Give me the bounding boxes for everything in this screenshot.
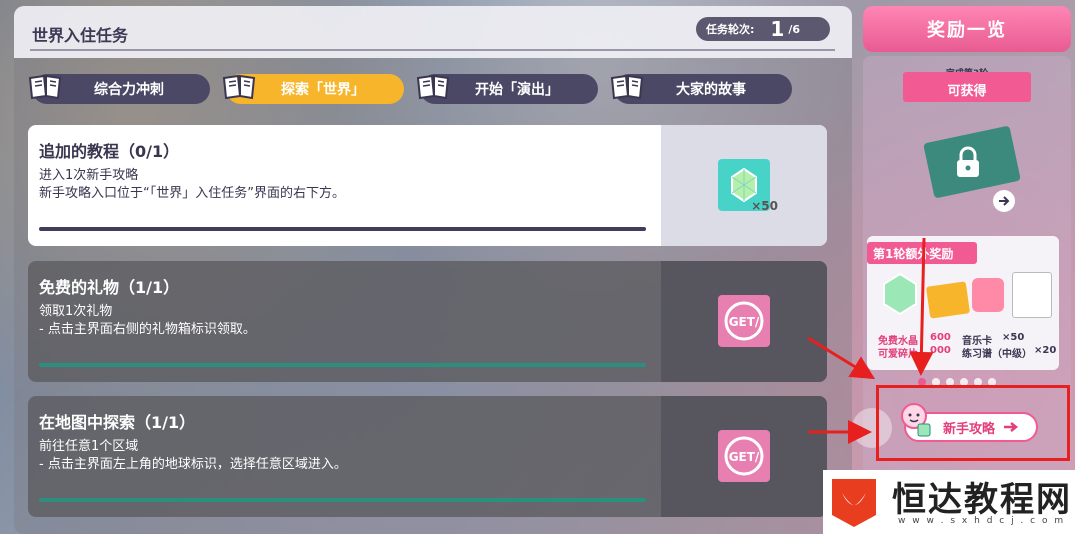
annotation-arrows bbox=[807, 237, 934, 444]
watermark-logo-icon bbox=[828, 475, 880, 529]
annotation-arrow bbox=[807, 336, 876, 380]
watermark-text: 恒达教程网 bbox=[892, 480, 1072, 520]
annotation-arrow bbox=[909, 237, 934, 376]
watermark-url: w w w . s x h d c j . c o m bbox=[898, 516, 1066, 526]
